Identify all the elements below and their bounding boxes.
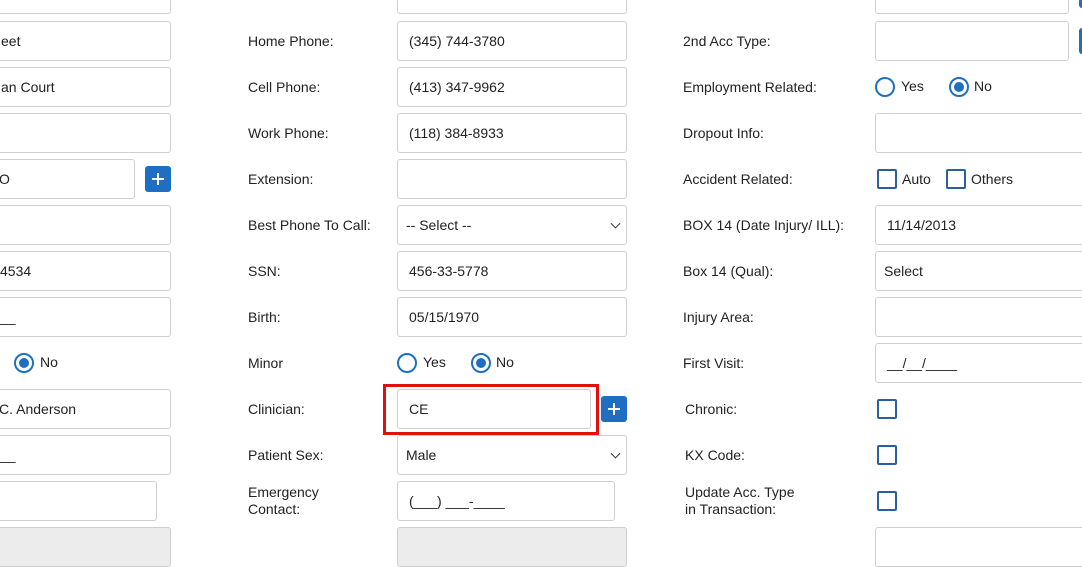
update-acc-type-label-line1: Update Acc. Type bbox=[685, 484, 795, 500]
injury-area-label: Injury Area: bbox=[683, 309, 754, 325]
chevron-down-icon bbox=[610, 218, 621, 229]
second-acc-type-label: 2nd Acc Type: bbox=[683, 33, 771, 49]
home-phone-field[interactable]: (345) 744-3780 bbox=[397, 21, 627, 61]
employment-no-label: No bbox=[974, 78, 992, 94]
ssn-label: SSN: bbox=[248, 263, 281, 279]
provider-value: C. Anderson bbox=[0, 401, 77, 417]
box14-qual-select[interactable]: Select bbox=[875, 251, 1082, 291]
column3-top-field[interactable] bbox=[875, 0, 1069, 14]
cell-phone-field[interactable]: (413) 347-9962 bbox=[397, 67, 627, 107]
dropout-info-field[interactable] bbox=[875, 113, 1082, 153]
address2-field[interactable]: an Court bbox=[0, 67, 171, 107]
dropout-info-label: Dropout Info: bbox=[683, 125, 764, 141]
phone-value: 4534 bbox=[0, 263, 32, 279]
best-phone-select[interactable]: -- Select -- bbox=[397, 205, 627, 245]
box14-qual-selected: Select bbox=[884, 263, 923, 279]
ssn-field[interactable]: 456-33-5778 bbox=[397, 251, 627, 291]
date-field[interactable]: __ bbox=[0, 297, 171, 337]
street-field[interactable]: eet bbox=[0, 21, 171, 61]
date-value: __ bbox=[0, 309, 16, 325]
update-acc-type-label-line2: in Transaction: bbox=[685, 501, 777, 517]
patient-sex-label: Patient Sex: bbox=[248, 447, 324, 463]
birth-label: Birth: bbox=[248, 309, 281, 325]
accident-auto-checkbox[interactable] bbox=[877, 169, 897, 189]
provider-field[interactable]: C. Anderson bbox=[0, 389, 171, 429]
first-visit-field[interactable]: __/__/____ bbox=[875, 343, 1082, 383]
box14-qual-label: Box 14 (Qual): bbox=[683, 263, 774, 279]
minor-yes-label: Yes bbox=[423, 354, 446, 370]
column3-bottom-field[interactable] bbox=[875, 527, 1082, 567]
emergency-contact-value: (___) ___-____ bbox=[409, 493, 505, 509]
chevron-down-icon bbox=[610, 448, 621, 459]
birth-field[interactable]: 05/15/1970 bbox=[397, 297, 627, 337]
kx-code-checkbox[interactable] bbox=[877, 445, 897, 465]
emergency-contact-label-line2: Contact: bbox=[248, 501, 301, 517]
state-value: O bbox=[0, 171, 10, 187]
patient-sex-selected: Male bbox=[406, 447, 437, 463]
chronic-label: Chronic: bbox=[685, 401, 738, 417]
phone-field[interactable]: 4534 bbox=[0, 251, 171, 291]
column1-bottom-field[interactable] bbox=[0, 527, 171, 567]
first-visit-label: First Visit: bbox=[683, 355, 745, 371]
street-value: eet bbox=[1, 33, 21, 49]
employment-related-label: Employment Related: bbox=[683, 79, 817, 95]
box14-date-value: 11/14/2013 bbox=[887, 217, 957, 233]
column1-radio-no-label: No bbox=[40, 354, 58, 370]
first-visit-value: __/__/____ bbox=[887, 355, 958, 371]
accident-auto-label: Auto bbox=[902, 171, 931, 187]
work-phone-label: Work Phone: bbox=[248, 125, 329, 141]
employment-yes-radio[interactable] bbox=[875, 77, 895, 97]
work-phone-field[interactable]: (118) 384-8933 bbox=[397, 113, 627, 153]
employment-yes-label: Yes bbox=[901, 78, 924, 94]
clinician-field[interactable]: CE bbox=[397, 389, 591, 429]
box14-date-label: BOX 14 (Date Injury/ ILL): bbox=[683, 217, 845, 233]
column2-bottom-field[interactable] bbox=[397, 527, 627, 567]
address2-value: an Court bbox=[1, 79, 55, 95]
column1-top-field[interactable] bbox=[0, 0, 171, 14]
minor-label: Minor bbox=[248, 355, 284, 371]
column1-field-10-value: __ bbox=[0, 447, 16, 463]
cell-phone-label: Cell Phone: bbox=[248, 79, 321, 95]
zip-field[interactable] bbox=[0, 205, 171, 245]
column1-field-10[interactable]: __ bbox=[0, 435, 171, 475]
employment-no-radio[interactable] bbox=[949, 77, 969, 97]
second-acc-type-field[interactable] bbox=[875, 21, 1069, 61]
best-phone-selected: -- Select -- bbox=[406, 217, 472, 233]
accident-others-label: Others bbox=[971, 171, 1014, 187]
emergency-contact-label-line1: Emergency bbox=[248, 484, 319, 500]
minor-yes-radio[interactable] bbox=[397, 353, 417, 373]
column2-top-field[interactable] bbox=[397, 0, 627, 14]
minor-no-radio[interactable] bbox=[471, 353, 491, 373]
add-clinician-button[interactable] bbox=[601, 396, 627, 422]
chronic-checkbox[interactable] bbox=[877, 399, 897, 419]
injury-area-field[interactable] bbox=[875, 297, 1082, 337]
ssn-value: 456-33-5778 bbox=[409, 263, 489, 279]
extension-field[interactable] bbox=[397, 159, 627, 199]
work-phone-value: (118) 384-8933 bbox=[409, 125, 504, 141]
kx-code-label: KX Code: bbox=[685, 447, 745, 463]
accident-related-label: Accident Related: bbox=[683, 171, 793, 187]
patient-sex-select[interactable]: Male bbox=[397, 435, 627, 475]
box14-date-field[interactable]: 11/14/2013 bbox=[875, 205, 1082, 245]
cell-phone-value: (413) 347-9962 bbox=[409, 79, 505, 95]
birth-value: 05/15/1970 bbox=[409, 309, 480, 325]
emergency-contact-field[interactable]: (___) ___-____ bbox=[397, 481, 615, 521]
clinician-label: Clinician: bbox=[248, 401, 305, 417]
home-phone-label: Home Phone: bbox=[248, 33, 334, 49]
column1-field-11[interactable] bbox=[0, 481, 157, 521]
best-phone-label: Best Phone To Call: bbox=[248, 217, 371, 233]
column1-radio-no[interactable] bbox=[14, 353, 34, 373]
clinician-value: CE bbox=[409, 401, 429, 417]
city-field[interactable] bbox=[0, 113, 171, 153]
home-phone-value: (345) 744-3780 bbox=[409, 33, 505, 49]
minor-no-label: No bbox=[496, 354, 514, 370]
extension-label: Extension: bbox=[248, 171, 314, 187]
state-field[interactable]: O bbox=[0, 159, 135, 199]
update-acc-type-checkbox[interactable] bbox=[877, 491, 897, 511]
add-state-button[interactable] bbox=[145, 166, 171, 192]
accident-others-checkbox[interactable] bbox=[946, 169, 966, 189]
